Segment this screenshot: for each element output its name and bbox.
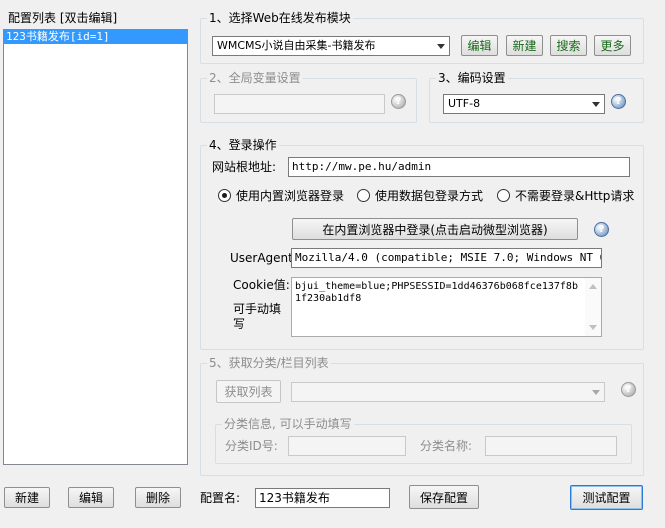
category-id-label: 分类ID号: <box>225 439 278 453</box>
search-module-button[interactable]: 搜索 <box>550 35 587 56</box>
config-list-title: 配置列表 [双击编辑] <box>8 11 118 25</box>
encoding-select[interactable]: UTF-8 <box>443 94 605 114</box>
textarea-scrollbar[interactable] <box>585 278 601 336</box>
cookie-hint: 可手动填写 <box>233 302 282 331</box>
browser-login-button[interactable]: 在内置浏览器中登录(点击启动微型浏览器) <box>292 218 578 240</box>
config-listbox[interactable]: 123书籍发布[id=1] <box>3 29 188 465</box>
help-icon[interactable]: ? <box>391 94 406 109</box>
category-name-input[interactable] <box>485 436 617 456</box>
module-select[interactable]: WMCMS小说自由采集-书籍发布 <box>212 36 450 56</box>
scroll-up-icon[interactable] <box>589 284 597 289</box>
get-list-button[interactable]: 获取列表 <box>216 380 281 403</box>
list-item[interactable]: 123书籍发布[id=1] <box>4 30 187 44</box>
radio-no-login[interactable] <box>497 189 510 202</box>
chevron-down-icon[interactable] <box>588 383 604 401</box>
radio-no-login-label[interactable]: 不需要登录&Http请求 <box>515 189 634 203</box>
site-root-label: 网站根地址: <box>212 160 277 174</box>
global-vars-title: 2、全局变量设置 <box>207 70 303 86</box>
help-icon[interactable]: ? <box>621 382 636 397</box>
chevron-down-icon[interactable] <box>433 37 449 55</box>
new-module-button[interactable]: 新建 <box>506 35 543 56</box>
module-group-title: 1、选择Web在线发布模块 <box>207 10 353 26</box>
cookie-textarea[interactable]: bjui_theme=blue;PHPSESSID=1dd46376b068fc… <box>291 277 602 337</box>
test-config-button[interactable]: 测试配置 <box>570 485 643 510</box>
chevron-down-icon[interactable] <box>588 95 604 113</box>
category-id-input[interactable] <box>288 436 406 456</box>
category-select[interactable] <box>291 382 605 402</box>
config-name-input[interactable]: 123书籍发布 <box>255 488 390 508</box>
delete-config-button[interactable]: 删除 <box>135 487 181 508</box>
category-group-title: 5、获取分类/栏目列表 <box>207 355 331 371</box>
category-info-title: 分类信息, 可以手动填写 <box>222 416 354 432</box>
save-config-button[interactable]: 保存配置 <box>409 485 479 509</box>
cookie-label: Cookie值: <box>233 278 290 292</box>
radio-packet-login[interactable] <box>357 189 370 202</box>
config-name-label: 配置名: <box>200 491 241 505</box>
radio-browser-login-label[interactable]: 使用内置浏览器登录 <box>236 189 344 203</box>
site-root-input[interactable]: http://mw.pe.hu/admin <box>288 157 630 177</box>
global-vars-input[interactable] <box>214 94 385 114</box>
useragent-input[interactable]: Mozilla/4.0 (compatible; MSIE 7.0; Windo… <box>291 248 602 268</box>
encoding-select-value: UTF-8 <box>448 97 481 110</box>
new-config-button[interactable]: 新建 <box>4 487 50 508</box>
category-name-label: 分类名称: <box>420 439 473 453</box>
cookie-value: bjui_theme=blue;PHPSESSID=1dd46376b068fc… <box>295 281 578 304</box>
help-icon[interactable]: ? <box>594 222 609 237</box>
more-modules-button[interactable]: 更多 <box>594 35 631 56</box>
encoding-group-title: 3、编码设置 <box>436 70 508 86</box>
useragent-label: UserAgent <box>230 251 293 265</box>
help-icon[interactable]: ? <box>611 94 626 109</box>
edit-module-button[interactable]: 编辑 <box>461 35 498 56</box>
edit-config-button[interactable]: 编辑 <box>68 487 114 508</box>
login-group-title: 4、登录操作 <box>207 137 279 153</box>
module-select-value: WMCMS小说自由采集-书籍发布 <box>217 39 376 52</box>
radio-browser-login[interactable] <box>218 189 231 202</box>
scroll-down-icon[interactable] <box>589 325 597 330</box>
radio-packet-login-label[interactable]: 使用数据包登录方式 <box>375 189 483 203</box>
